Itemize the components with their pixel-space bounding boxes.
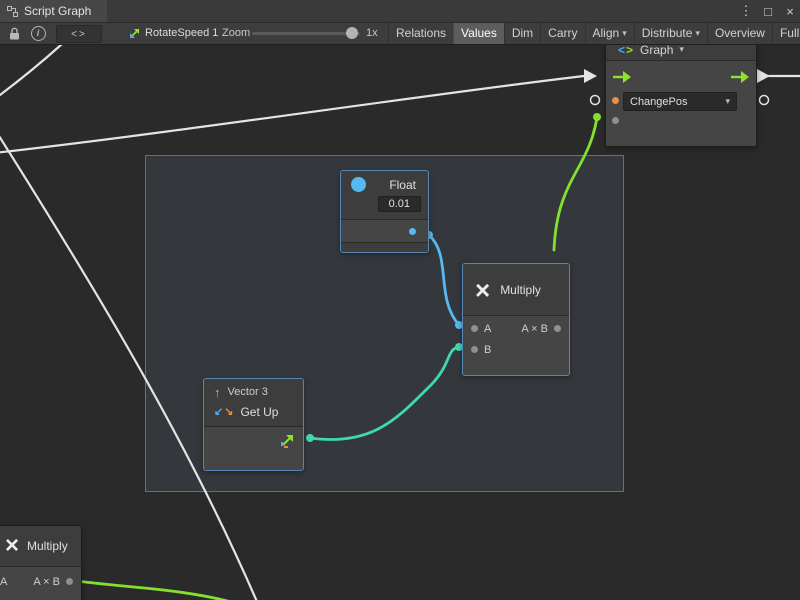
get-transform-icon: ↙↘ <box>214 407 233 418</box>
getup-node-title: Get Up <box>240 405 278 419</box>
dropdown-arrow-icon: ▾ <box>695 28 700 39</box>
graph-asset-name[interactable]: RotateSpeed 1 <box>145 22 218 44</box>
code-view-button[interactable]: <> <box>56 25 102 43</box>
float-type-icon <box>351 177 366 192</box>
dropdown-arrow-icon: ▾ <box>679 44 684 55</box>
changepos-input-port[interactable] <box>612 97 619 104</box>
dropdown-arrow-icon: ▾ <box>622 28 627 39</box>
dim-button[interactable]: Dim <box>504 22 540 44</box>
overview-button[interactable]: Overview <box>707 22 772 44</box>
script-graph-window: Float 0.01 × Multiply A A × B <box>0 0 800 600</box>
multiply-input-a-label: A <box>484 323 491 335</box>
float-node-footer <box>341 242 428 252</box>
graph-extra-port[interactable] <box>612 117 619 124</box>
tab-script-graph[interactable]: Script Graph <box>0 0 107 22</box>
toolbar-button-group: Relations Values Dim Carry Align▾ Distri… <box>388 22 800 44</box>
dropdown-arrow-icon: ▾ <box>725 96 730 107</box>
float-output-port[interactable] <box>409 228 416 235</box>
vector3-type-label: Vector 3 <box>228 386 268 398</box>
multiply-icon: × <box>5 534 19 558</box>
float-value-field[interactable]: 0.01 <box>378 196 421 212</box>
multiply2-node-header: × Multiply <box>0 526 81 567</box>
multiply-node-header: × Multiply <box>463 264 569 316</box>
distribute-button[interactable]: Distribute▾ <box>634 22 707 44</box>
relations-button[interactable]: Relations <box>388 22 453 44</box>
zoom-value: 1x <box>366 22 378 44</box>
window-menu-button[interactable]: ⋮ <box>736 0 756 22</box>
changepos-dropdown[interactable]: ChangePos ▾ <box>623 92 737 111</box>
fullscreen-button[interactable]: Full Screen <box>772 22 800 44</box>
zoom-slider-knob[interactable] <box>346 27 358 39</box>
graph-toolbar: i <> RotateSpeed 1 Zoom 1x Relations Val… <box>0 22 800 45</box>
window-maximize-button[interactable]: □ <box>758 0 778 22</box>
float-node-header: Float 0.01 <box>341 171 428 220</box>
multiply2-input-a-label: A <box>0 576 7 588</box>
lock-icon <box>9 27 20 40</box>
changepos-value: ChangePos <box>630 96 688 108</box>
multiply-output-label: A × B <box>521 323 548 335</box>
vector3-getup-node[interactable]: ↑ Vector 3 ↙↘ Get Up <box>203 378 304 471</box>
vector3-node-header: ↑ Vector 3 ↙↘ Get Up <box>204 379 303 427</box>
multiply-input-a-port[interactable] <box>471 325 478 332</box>
info-icon: i <box>31 26 46 41</box>
align-button[interactable]: Align▾ <box>585 22 634 44</box>
zoom-slider-track[interactable] <box>252 32 360 35</box>
up-arrow-icon: ↑ <box>214 386 221 399</box>
multiply2-node-title: Multiply <box>27 539 68 553</box>
values-button[interactable]: Values <box>453 22 504 44</box>
lock-button[interactable] <box>4 22 24 44</box>
vector3-output-port[interactable] <box>280 433 295 448</box>
window-close-button[interactable]: × <box>780 0 800 22</box>
multiply2-output-port[interactable] <box>66 578 73 585</box>
float-node[interactable]: Float 0.01 <box>340 170 429 253</box>
info-button[interactable]: i <box>28 22 48 44</box>
multiply2-output-label: A × B <box>33 576 60 588</box>
multiply-node-title: Multiply <box>500 283 541 297</box>
zoom-label: Zoom <box>222 22 250 44</box>
multiply-input-b-label: B <box>484 344 491 356</box>
graph-unit-node[interactable]: <> Graph ▾ ChangePos ▾ <box>605 38 757 147</box>
multiply-input-b-port[interactable] <box>471 346 478 353</box>
multiply-node-partial[interactable]: × Multiply A A × B <box>0 525 82 600</box>
graph-window-icon <box>7 6 18 17</box>
flow-output-port[interactable] <box>730 70 750 84</box>
multiply-output-port[interactable] <box>554 325 561 332</box>
float-node-title: Float <box>389 178 416 192</box>
flow-input-port[interactable] <box>612 70 632 84</box>
window-titlebar: Script Graph ⋮ □ × <box>0 0 800 23</box>
multiply-icon: × <box>475 277 490 303</box>
carry-button[interactable]: Carry <box>540 22 584 44</box>
multiply-node[interactable]: × Multiply A A × B B <box>462 263 570 376</box>
window-title: Script Graph <box>24 4 91 18</box>
graph-asset-icon <box>126 22 142 44</box>
